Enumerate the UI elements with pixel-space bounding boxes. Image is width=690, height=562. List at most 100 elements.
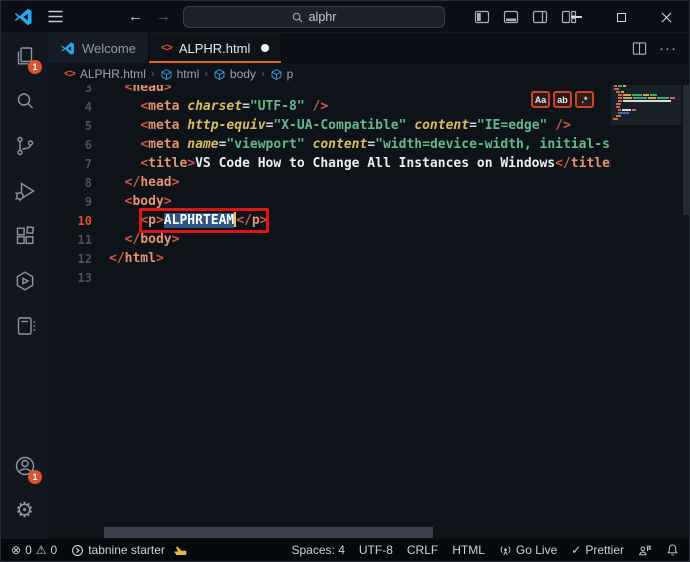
whole-word-icon[interactable]: ab bbox=[553, 91, 572, 108]
problems-status[interactable]: ⊗ 0 ⚠ 0 bbox=[11, 543, 57, 557]
feedback-person-icon bbox=[638, 544, 652, 557]
settings-gear-icon[interactable]: ⚙ bbox=[1, 488, 48, 533]
minimize-button[interactable] bbox=[554, 1, 599, 33]
source-control-icon[interactable] bbox=[1, 123, 48, 168]
prettier-label: Prettier bbox=[585, 543, 624, 557]
code-token: head bbox=[140, 175, 171, 190]
feedback-status[interactable] bbox=[638, 544, 652, 557]
split-editor-icon[interactable] bbox=[632, 41, 647, 56]
breadcrumb-item-html[interactable]: html bbox=[160, 67, 200, 81]
code-token: < bbox=[140, 156, 148, 171]
minimap-segment bbox=[670, 97, 675, 99]
breadcrumb-item-body[interactable]: body bbox=[213, 67, 256, 81]
code-token: </ bbox=[109, 251, 125, 266]
run-debug-icon[interactable] bbox=[1, 168, 48, 213]
bell-icon bbox=[666, 543, 679, 557]
minimap-segment bbox=[648, 97, 656, 99]
back-arrow-icon[interactable]: ← bbox=[128, 8, 143, 25]
code-token: meta bbox=[148, 118, 179, 133]
encoding-status[interactable]: UTF-8 bbox=[359, 543, 393, 557]
code-token bbox=[109, 175, 125, 190]
explorer-badge: 1 bbox=[28, 60, 42, 74]
go-live-status[interactable]: Go Live bbox=[499, 543, 557, 557]
code-token: "viewport" bbox=[226, 137, 304, 152]
indentation-status[interactable]: Spaces: 4 bbox=[292, 543, 345, 557]
code-token: </ bbox=[125, 175, 141, 190]
code-line[interactable]: 6 <meta name="viewport" content="width=d… bbox=[48, 135, 689, 154]
maximize-button[interactable] bbox=[599, 1, 644, 33]
search-sidebar-icon[interactable] bbox=[1, 78, 48, 123]
extensions-icon[interactable] bbox=[1, 213, 48, 258]
match-case-icon[interactable]: Aa bbox=[531, 91, 550, 108]
minimap-segment bbox=[618, 94, 622, 96]
account-icon[interactable]: 1 bbox=[1, 443, 48, 488]
code-text: <meta charset="UTF-8" /> bbox=[109, 97, 328, 116]
line-number: 7 bbox=[48, 157, 92, 171]
regex-icon[interactable]: .* bbox=[575, 91, 594, 108]
toggle-secondary-sidebar-icon[interactable] bbox=[532, 9, 548, 25]
annotation-highlight-box bbox=[139, 208, 269, 233]
minimap-segment bbox=[613, 118, 618, 120]
breadcrumb-sep-icon: › bbox=[204, 68, 208, 80]
code-token: "IE=edge" bbox=[477, 118, 547, 133]
more-actions-icon[interactable]: ··· bbox=[659, 40, 677, 57]
language-mode-status[interactable]: HTML bbox=[452, 543, 485, 557]
code-token: > bbox=[164, 194, 172, 209]
code-token bbox=[109, 213, 140, 228]
vertical-scrollbar-slider[interactable] bbox=[683, 85, 689, 215]
breadcrumb-file-icon: <> bbox=[64, 68, 75, 80]
unsaved-dot-icon[interactable] bbox=[261, 44, 269, 52]
code-token: meta bbox=[148, 99, 179, 114]
warning-icon: ⚠ bbox=[36, 543, 47, 557]
breadcrumb-item-p[interactable]: p bbox=[270, 67, 294, 81]
horizontal-scrollbar-slider[interactable] bbox=[104, 527, 433, 538]
close-button[interactable] bbox=[644, 1, 689, 33]
search-icon bbox=[292, 12, 303, 23]
code-token: content bbox=[414, 118, 469, 133]
code-text: </html> bbox=[109, 249, 164, 268]
tabnine-status[interactable]: tabnine starter bbox=[71, 543, 187, 557]
code-line[interactable]: 8 </head> bbox=[48, 173, 689, 192]
code-text: <meta http-equiv="X-UA-Compatible" conte… bbox=[109, 116, 571, 135]
breadcrumb-file[interactable]: ALPHR.html bbox=[80, 67, 146, 81]
prettier-status[interactable]: ✓ Prettier bbox=[571, 543, 624, 557]
code-line[interactable]: 12</html> bbox=[48, 249, 689, 268]
tab-welcome[interactable]: Welcome bbox=[48, 33, 149, 63]
code-line[interactable]: 7 <title>VS Code How to Change All Insta… bbox=[48, 154, 689, 173]
toggle-panel-icon[interactable] bbox=[503, 9, 519, 25]
tab-alphr-html[interactable]: <> ALPHR.html bbox=[149, 33, 282, 63]
code-editor[interactable]: 3 <head>4 <meta charset="UTF-8" />5 <met… bbox=[48, 78, 689, 287]
code-line[interactable]: 13 bbox=[48, 268, 689, 287]
breadcrumb-sep-icon: › bbox=[261, 68, 265, 80]
notifications-status[interactable] bbox=[666, 543, 679, 557]
explorer-icon[interactable]: 1 bbox=[1, 33, 48, 78]
menu-hamburger-icon[interactable] bbox=[44, 6, 66, 28]
command-search-box[interactable]: alphr bbox=[183, 6, 445, 28]
minimap-segment bbox=[618, 97, 622, 99]
code-token: > bbox=[172, 175, 180, 190]
code-token: < bbox=[140, 99, 148, 114]
minimap-segment bbox=[633, 97, 647, 99]
hexagon-extension-icon[interactable] bbox=[1, 258, 48, 303]
minimap-segment bbox=[632, 109, 636, 111]
code-token: > bbox=[172, 232, 180, 247]
minimap-segment bbox=[618, 109, 621, 111]
code-line[interactable]: 5 <meta http-equiv="X-UA-Compatible" con… bbox=[48, 116, 689, 135]
status-bar: ⊗ 0 ⚠ 0 tabnine starter Spaces: 4 bbox=[1, 539, 689, 561]
minimap-segment bbox=[623, 94, 631, 96]
code-token: < bbox=[140, 118, 148, 133]
go-live-label: Go Live bbox=[516, 543, 557, 557]
code-token bbox=[109, 99, 140, 114]
minimap[interactable] bbox=[611, 85, 681, 539]
code-text: <title>VS Code How to Change All Instanc… bbox=[109, 154, 618, 173]
code-token: http-equiv bbox=[187, 118, 265, 133]
code-token: < bbox=[140, 137, 148, 152]
vertical-scrollbar[interactable] bbox=[681, 85, 689, 539]
eol-status[interactable]: CRLF bbox=[407, 543, 438, 557]
code-token: "X-UA-Compatible" bbox=[273, 118, 406, 133]
notebook-extension-icon[interactable] bbox=[1, 303, 48, 348]
breadcrumb: <> ALPHR.html › html › body › bbox=[48, 63, 689, 85]
line-number: 9 bbox=[48, 195, 92, 209]
toggle-sidebar-icon[interactable] bbox=[474, 9, 490, 25]
minimap-segment bbox=[616, 91, 620, 93]
